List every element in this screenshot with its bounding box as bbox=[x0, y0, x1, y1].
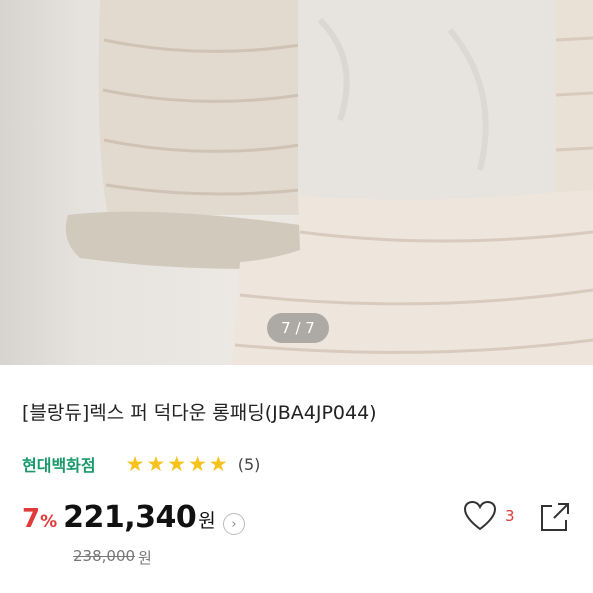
currency-unit: 원 bbox=[198, 510, 216, 532]
sale-price: 221,340 bbox=[63, 500, 197, 535]
price-info-button[interactable]: › bbox=[223, 513, 245, 535]
share-icon bbox=[541, 503, 569, 531]
chevron-right-icon: › bbox=[231, 516, 237, 532]
like-count: 3 bbox=[505, 507, 515, 525]
star-icon: ★ bbox=[125, 452, 145, 476]
original-currency: 원 bbox=[138, 549, 152, 567]
product-image-gallery[interactable]: 7 / 7 bbox=[0, 0, 593, 365]
rating-stars: ★ ★ ★ ★ ★ bbox=[126, 453, 230, 475]
heart-icon bbox=[463, 500, 497, 531]
product-photo bbox=[65, 0, 593, 365]
star-icon: ★ bbox=[188, 452, 207, 476]
star-icon: ★ bbox=[167, 452, 187, 476]
share-button[interactable] bbox=[538, 500, 572, 534]
original-price: 238,000 bbox=[73, 547, 136, 565]
star-icon: ★ bbox=[208, 452, 228, 476]
review-count[interactable]: (5) bbox=[238, 455, 261, 474]
discount-rate: 7 bbox=[22, 504, 41, 534]
star-icon: ★ bbox=[146, 452, 166, 476]
price-row: 7 % 221,340 원 bbox=[22, 500, 216, 535]
image-counter: 7 / 7 bbox=[267, 313, 329, 343]
product-title: [블랑듀]렉스 퍼 덕다운 롱패딩(JBA4JP044) bbox=[22, 402, 377, 424]
discount-unit: % bbox=[40, 512, 58, 532]
seller-rating-row: 현대백화점 ★ ★ ★ ★ ★ (5) bbox=[22, 452, 260, 476]
seller-name[interactable]: 현대백화점 bbox=[22, 452, 96, 476]
like-button[interactable]: 3 bbox=[463, 500, 515, 532]
